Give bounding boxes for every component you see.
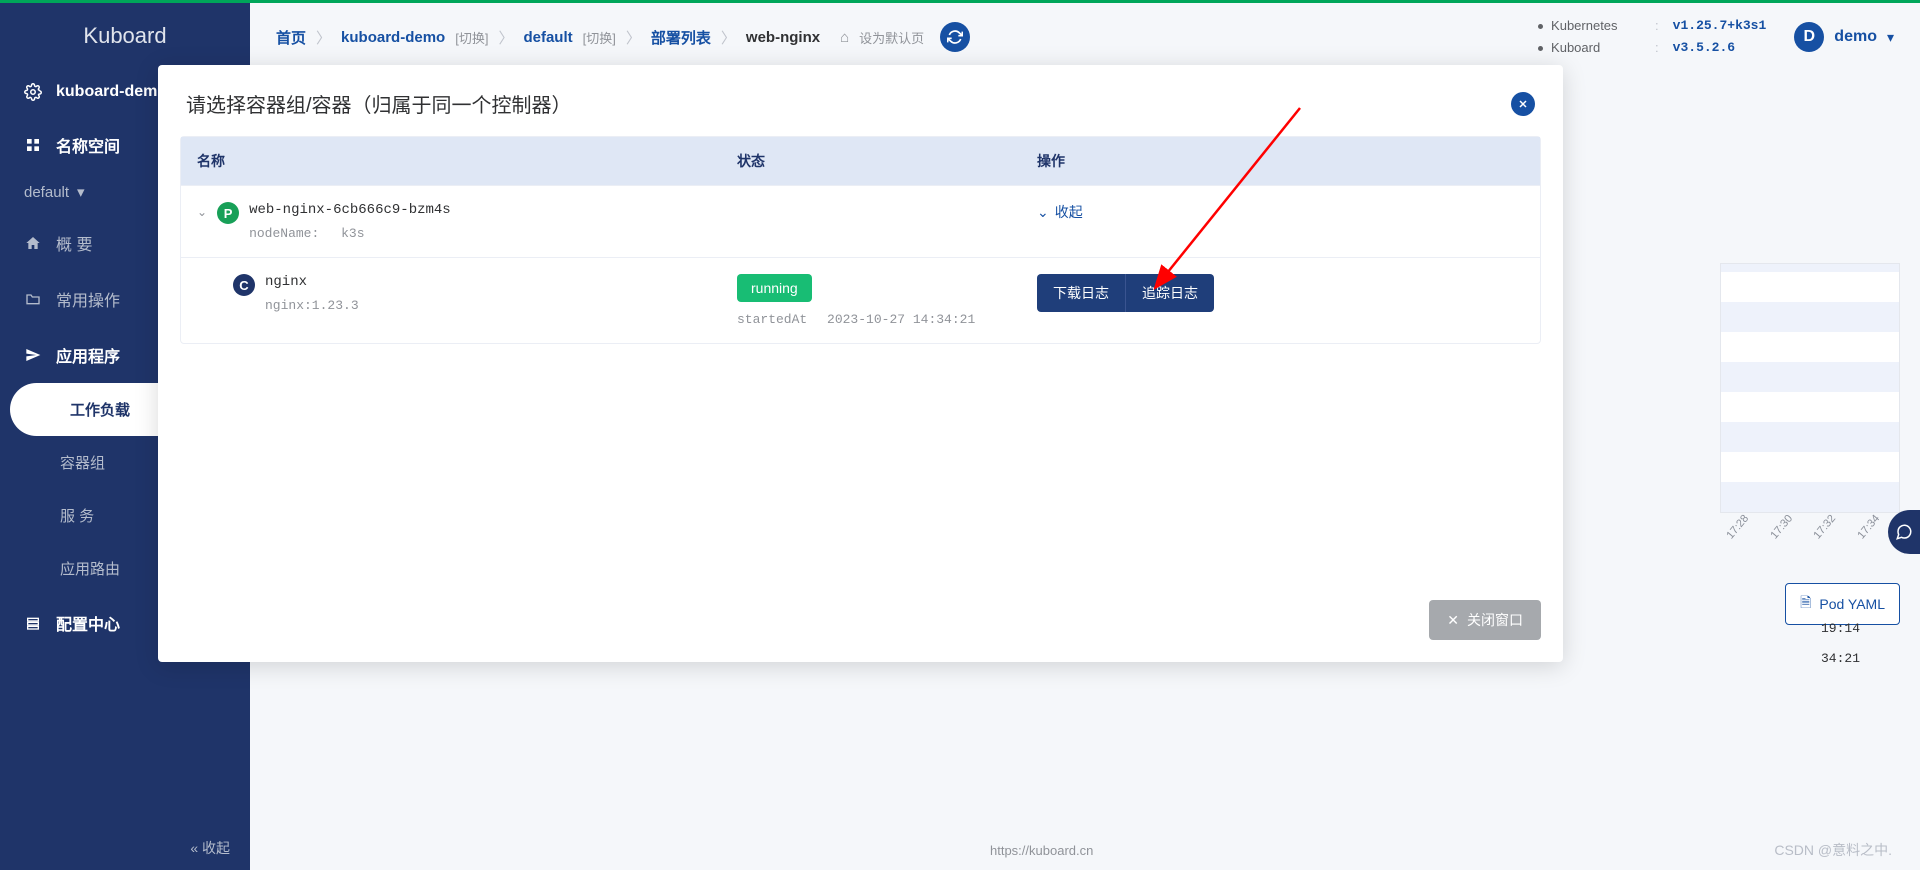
sidebar-item-label: 应用程序 bbox=[56, 343, 120, 367]
home-icon: ⌂ bbox=[840, 29, 849, 46]
sidebar-item-label: 容器组 bbox=[60, 452, 105, 473]
breadcrumb: 首页 〉 kuboard-demo [切换] 〉 default [切换] 〉 … bbox=[276, 22, 970, 52]
container-table: 名称 状态 操作 ⌄ P web-nginx-6cb666c9-bzm4s no… bbox=[180, 136, 1541, 344]
chevron-right-icon: 〉 bbox=[721, 27, 736, 48]
sidebar-namespace-label: 名称空间 bbox=[56, 133, 120, 157]
col-header-name: 名称 bbox=[181, 137, 721, 185]
dot-icon bbox=[1538, 46, 1543, 51]
chart-x-axis: 17:28 17:30 17:32 17:34 17:36 bbox=[1720, 513, 1900, 533]
k8s-label: Kubernetes bbox=[1551, 15, 1641, 37]
sidebar-item-label: 工作负载 bbox=[70, 399, 130, 420]
version-info: Kubernetes : v1.25.7+k3s1 Kuboard : v3.5… bbox=[1538, 15, 1766, 59]
folder-icon bbox=[24, 290, 42, 308]
footer-url: https://kuboard.cn bbox=[990, 843, 1093, 858]
home-icon bbox=[24, 234, 42, 252]
pod-badge-icon: P bbox=[217, 202, 239, 224]
collapse-label: 收起 bbox=[1055, 202, 1083, 222]
container-row: C nginx nginx:1.23.3 running startedAt 2… bbox=[181, 257, 1540, 343]
switch-namespace[interactable]: [切换] bbox=[583, 28, 616, 47]
container-name: nginx bbox=[265, 274, 359, 290]
collapse-link[interactable]: ⌄ 收起 bbox=[1037, 202, 1083, 222]
kb-version: v3.5.2.6 bbox=[1673, 37, 1735, 59]
bg-time-1: 19:14 bbox=[1821, 621, 1860, 636]
sidebar-cluster-label: kuboard-demo bbox=[56, 83, 167, 101]
layers-icon bbox=[24, 614, 42, 632]
pod-yaml-button[interactable]: 🗎 Pod YAML bbox=[1785, 583, 1900, 625]
sidebar-collapse[interactable]: « 收起 bbox=[190, 838, 230, 858]
bg-chart-panel: 17:28 17:30 17:32 17:34 17:36 🗎 Pod YAML bbox=[1720, 263, 1900, 723]
col-header-ops: 操作 bbox=[1021, 137, 1540, 185]
sidebar-item-label: 配置中心 bbox=[56, 611, 120, 635]
breadcrumb-deploylist[interactable]: 部署列表 bbox=[651, 27, 711, 48]
set-default-link[interactable]: 设为默认页 bbox=[859, 28, 924, 47]
container-selector-dialog: 请选择容器组/容器（归属于同一个控制器） 名称 状态 操作 ⌄ P web-n bbox=[158, 65, 1563, 662]
sidebar-item-label: 服 务 bbox=[60, 505, 94, 526]
chevron-right-icon: 〉 bbox=[316, 27, 331, 48]
send-icon bbox=[24, 346, 42, 364]
download-log-button[interactable]: 下载日志 bbox=[1037, 274, 1125, 312]
namespace-selected: default bbox=[24, 184, 69, 201]
sidebar-item-label: 常用操作 bbox=[56, 287, 120, 311]
avatar: D bbox=[1794, 22, 1824, 52]
container-badge-icon: C bbox=[233, 274, 255, 296]
topbar: 首页 〉 kuboard-demo [切换] 〉 default [切换] 〉 … bbox=[250, 3, 1920, 71]
gear-icon bbox=[24, 83, 42, 101]
switch-cluster[interactable]: [切换] bbox=[455, 28, 488, 47]
bg-time-2: 34:21 bbox=[1821, 651, 1860, 666]
app-logo[interactable]: Kuboard bbox=[0, 13, 250, 67]
started-value: 2023-10-27 14:34:21 bbox=[827, 312, 975, 327]
dialog-close-button[interactable] bbox=[1511, 92, 1535, 116]
k8s-version: v1.25.7+k3s1 bbox=[1673, 15, 1767, 37]
kb-label: Kuboard bbox=[1551, 37, 1641, 59]
chevron-right-icon: 〉 bbox=[626, 27, 641, 48]
expand-toggle[interactable]: ⌄ bbox=[197, 205, 207, 219]
breadcrumb-current: web-nginx bbox=[746, 29, 820, 46]
col-header-status: 状态 bbox=[721, 137, 1021, 185]
refresh-button[interactable] bbox=[940, 22, 970, 52]
dot-icon bbox=[1538, 24, 1543, 29]
breadcrumb-cluster[interactable]: kuboard-demo bbox=[341, 29, 445, 46]
user-name: demo bbox=[1834, 28, 1877, 46]
file-icon: 🗎 bbox=[1800, 592, 1811, 616]
close-window-label: 关闭窗口 bbox=[1467, 610, 1523, 630]
chevron-down-icon: ⌄ bbox=[1037, 204, 1049, 221]
close-window-button[interactable]: ✕ 关闭窗口 bbox=[1429, 600, 1541, 640]
pod-yaml-label: Pod YAML bbox=[1819, 596, 1885, 612]
chevron-right-icon: 〉 bbox=[498, 27, 513, 48]
container-image: nginx:1.23.3 bbox=[265, 298, 359, 313]
pod-row: ⌄ P web-nginx-6cb666c9-bzm4s nodeName: k… bbox=[181, 185, 1540, 257]
chevron-down-icon: ▾ bbox=[1887, 29, 1894, 46]
resource-chart bbox=[1720, 263, 1900, 513]
grid-icon bbox=[24, 136, 42, 154]
node-label: nodeName: bbox=[249, 226, 319, 241]
user-menu[interactable]: D demo ▾ bbox=[1794, 22, 1894, 52]
started-label: startedAt bbox=[737, 312, 807, 327]
dialog-title: 请选择容器组/容器（归属于同一个控制器） bbox=[186, 89, 572, 118]
breadcrumb-namespace[interactable]: default bbox=[523, 29, 572, 46]
status-badge: running bbox=[737, 274, 812, 302]
node-value: k3s bbox=[341, 226, 364, 241]
sidebar-item-label: 应用路由 bbox=[60, 558, 120, 579]
close-icon: ✕ bbox=[1447, 612, 1459, 629]
chevron-down-icon: ▾ bbox=[77, 183, 85, 201]
tail-log-button[interactable]: 追踪日志 bbox=[1125, 274, 1214, 312]
watermark: CSDN @意料之中. bbox=[1774, 840, 1892, 860]
pod-name: web-nginx-6cb666c9-bzm4s bbox=[249, 202, 451, 218]
sidebar-item-label: 概 要 bbox=[56, 231, 92, 255]
breadcrumb-home[interactable]: 首页 bbox=[276, 27, 306, 48]
